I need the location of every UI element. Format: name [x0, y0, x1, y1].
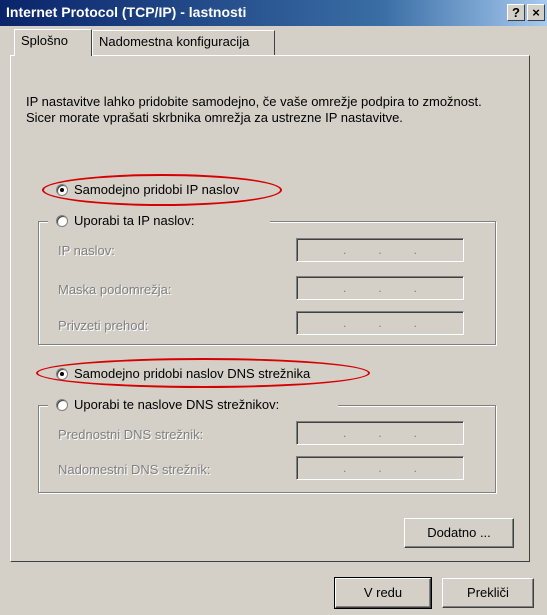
- subnet-mask-field[interactable]: ...: [296, 276, 464, 300]
- ip-dot: .: [378, 461, 382, 475]
- close-icon: ×: [532, 5, 540, 20]
- radio-manual-ip-label: Uporabi ta IP naslov:: [74, 213, 195, 228]
- close-button[interactable]: ×: [527, 4, 545, 21]
- ip-dot: .: [342, 243, 347, 257]
- radio-auto-ip[interactable]: Samodejno pridobi IP naslov: [56, 182, 239, 197]
- tcpip-properties-dialog: Internet Protocol (TCP/IP) - lastnosti ?…: [0, 0, 547, 615]
- default-gateway-label: Privzeti prehod:: [58, 318, 149, 333]
- ip-dot: .: [413, 281, 417, 295]
- ip-dot: .: [413, 426, 417, 440]
- preferred-dns-label: Prednostni DNS strežnik:: [58, 427, 204, 442]
- radio-auto-dns[interactable]: Samodejno pridobi naslov DNS strežnika: [56, 366, 310, 381]
- ip-dot: .: [378, 426, 382, 440]
- window-title: Internet Protocol (TCP/IP) - lastnosti: [6, 4, 247, 20]
- ip-dot: .: [342, 426, 347, 440]
- radio-auto-ip-indicator[interactable]: [56, 183, 68, 196]
- radio-auto-dns-indicator[interactable]: [56, 367, 68, 380]
- advanced-button[interactable]: Dodatno ...: [404, 518, 514, 548]
- radio-manual-ip-indicator[interactable]: [56, 214, 68, 227]
- tab-general[interactable]: Splošno: [14, 29, 92, 56]
- default-gateway-field[interactable]: ...: [296, 311, 464, 335]
- radio-auto-ip-label: Samodejno pridobi IP naslov: [74, 182, 240, 197]
- ip-dot: .: [342, 316, 347, 330]
- help-button[interactable]: ?: [507, 4, 525, 21]
- ip-dot: .: [342, 461, 347, 475]
- preferred-dns-field[interactable]: ...: [296, 421, 464, 445]
- radio-manual-ip[interactable]: Uporabi ta IP naslov:: [56, 213, 194, 228]
- title-bar[interactable]: Internet Protocol (TCP/IP) - lastnosti ?…: [0, 0, 547, 26]
- ip-dot: .: [342, 281, 347, 295]
- ip-address-label: IP naslov:: [58, 243, 115, 258]
- ip-dot: .: [378, 316, 382, 330]
- ip-dot: .: [413, 243, 417, 257]
- ip-dot: .: [413, 461, 417, 475]
- subnet-mask-label: Maska podomrežja:: [58, 282, 172, 297]
- cancel-button[interactable]: Prekliči: [442, 578, 534, 608]
- alternate-dns-field[interactable]: ...: [296, 456, 464, 480]
- tab-alternate-configuration[interactable]: Nadomestna konfiguracija: [92, 30, 275, 55]
- ip-dot: .: [413, 316, 417, 330]
- alternate-dns-label: Nadomestni DNS strežnik:: [58, 462, 211, 477]
- radio-manual-dns-label: Uporabi te naslove DNS strežnikov:: [74, 397, 280, 412]
- radio-manual-dns[interactable]: Uporabi te naslove DNS strežnikov:: [56, 397, 279, 412]
- ip-address-field[interactable]: ...: [296, 238, 464, 262]
- help-icon: ?: [512, 5, 520, 20]
- ip-dot: .: [378, 281, 382, 295]
- ok-button[interactable]: V redu: [334, 577, 432, 609]
- radio-auto-dns-label: Samodejno pridobi naslov DNS strežnika: [74, 366, 311, 381]
- radio-manual-dns-indicator[interactable]: [56, 398, 68, 411]
- ip-dot: .: [378, 243, 382, 257]
- description-text: IP nastavitve lahko pridobite samodejno,…: [26, 94, 482, 125]
